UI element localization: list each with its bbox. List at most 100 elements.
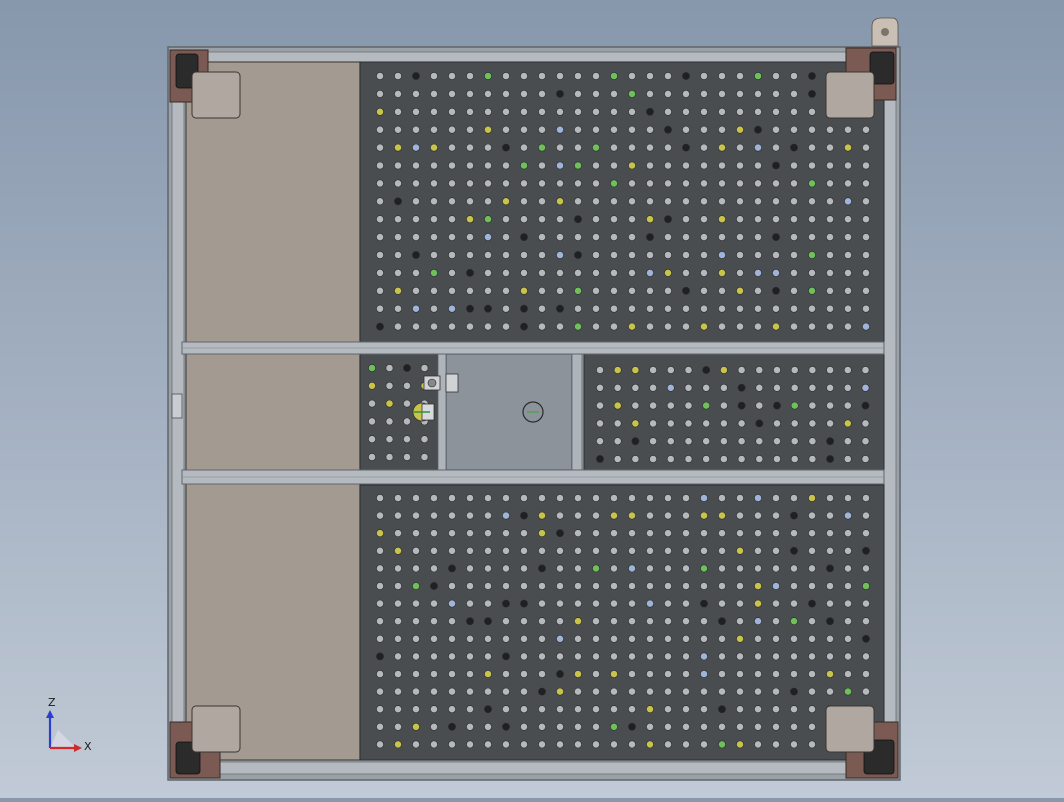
- peg-hole: [682, 286, 690, 295]
- peg-hole: [430, 197, 438, 206]
- peg-hole: [862, 251, 870, 259]
- peg-hole: [736, 125, 744, 134]
- peg-hole: [772, 251, 780, 259]
- peg-hole: [682, 617, 690, 626]
- peg-hole: [538, 90, 546, 98]
- pegboard-cart-model[interactable]: [0, 0, 1064, 798]
- peg-hole: [772, 582, 780, 590]
- peg-hole: [610, 179, 618, 188]
- peg-hole: [646, 564, 654, 573]
- peg-hole: [754, 72, 762, 80]
- axis-triad: Z X: [40, 696, 100, 756]
- peg-hole: [682, 215, 690, 224]
- peg-hole: [613, 455, 622, 463]
- peg-hole: [862, 529, 870, 538]
- peg-hole: [412, 215, 420, 224]
- peg-hole: [826, 546, 834, 555]
- peg-hole: [538, 233, 546, 241]
- peg-hole: [592, 634, 600, 643]
- peg-hole: [754, 125, 762, 134]
- peg-hole: [790, 179, 798, 188]
- peg-hole: [682, 687, 690, 696]
- peg-hole: [808, 529, 816, 538]
- peg-hole: [376, 670, 384, 678]
- peg-hole: [394, 251, 402, 259]
- latch-icon: [171, 393, 183, 419]
- peg-hole: [368, 364, 376, 372]
- peg-hole: [772, 90, 780, 98]
- peg-hole: [385, 364, 394, 372]
- peg-hole: [412, 90, 420, 98]
- peg-hole: [646, 179, 654, 188]
- peg-hole: [826, 366, 834, 374]
- peg-hole: [754, 670, 762, 678]
- frame-right-rail: [883, 61, 897, 763]
- peg-hole: [610, 304, 618, 313]
- peg-hole: [682, 546, 690, 555]
- peg-hole: [502, 251, 510, 259]
- peg-hole: [430, 143, 438, 152]
- peg-hole: [790, 401, 799, 410]
- peg-hole: [403, 453, 411, 461]
- peg-hole: [574, 90, 582, 98]
- cad-viewport[interactable]: Z X: [0, 0, 1064, 798]
- peg-hole: [448, 72, 456, 80]
- peg-hole: [754, 107, 762, 116]
- peg-hole: [556, 179, 564, 188]
- peg-hole: [592, 494, 600, 502]
- peg-hole: [664, 215, 672, 224]
- peg-hole: [862, 494, 870, 502]
- peg-hole: [502, 494, 510, 502]
- peg-hole: [430, 511, 438, 520]
- peg-hole: [394, 268, 402, 277]
- peg-hole: [628, 143, 636, 152]
- peg-hole: [574, 599, 582, 608]
- peg-hole: [826, 197, 834, 206]
- peg-hole: [862, 652, 870, 661]
- peg-hole: [772, 143, 780, 152]
- peg-hole: [844, 599, 852, 608]
- peg-hole: [844, 251, 852, 259]
- peg-hole: [412, 687, 420, 696]
- peg-hole: [628, 546, 636, 555]
- peg-hole: [592, 722, 600, 731]
- peg-hole: [412, 529, 420, 538]
- peg-hole: [628, 670, 636, 678]
- peg-hole: [592, 197, 600, 206]
- peg-hole: [556, 652, 564, 661]
- peg-hole: [502, 705, 510, 714]
- peg-hole: [736, 72, 744, 80]
- peg-hole: [610, 90, 618, 98]
- peg-hole: [430, 740, 438, 749]
- peg-hole: [843, 401, 852, 410]
- peg-hole: [376, 125, 384, 134]
- peg-hole: [592, 251, 600, 259]
- peg-hole: [394, 179, 402, 188]
- peg-hole: [376, 90, 384, 98]
- peg-hole: [754, 304, 762, 313]
- peg-hole: [628, 215, 636, 224]
- peg-hole: [520, 652, 528, 661]
- peg-hole: [700, 286, 708, 295]
- peg-hole: [702, 419, 711, 428]
- peg-hole: [790, 143, 798, 152]
- peg-hole: [538, 125, 546, 134]
- peg-hole: [574, 546, 582, 555]
- peg-hole: [700, 107, 708, 116]
- peg-hole: [466, 511, 474, 520]
- peg-hole: [368, 417, 376, 426]
- peg-hole: [826, 268, 834, 277]
- peg-hole: [790, 705, 798, 714]
- peg-hole: [844, 529, 852, 538]
- peg-hole: [394, 215, 402, 224]
- peg-hole: [502, 634, 510, 643]
- peg-hole: [592, 529, 600, 538]
- peg-hole: [700, 546, 708, 555]
- peg-hole: [574, 529, 582, 538]
- peg-hole: [520, 322, 528, 331]
- peg-hole: [466, 564, 474, 573]
- peg-hole: [772, 215, 780, 224]
- peg-hole: [861, 437, 870, 446]
- peg-hole: [664, 268, 672, 277]
- peg-hole: [610, 546, 618, 555]
